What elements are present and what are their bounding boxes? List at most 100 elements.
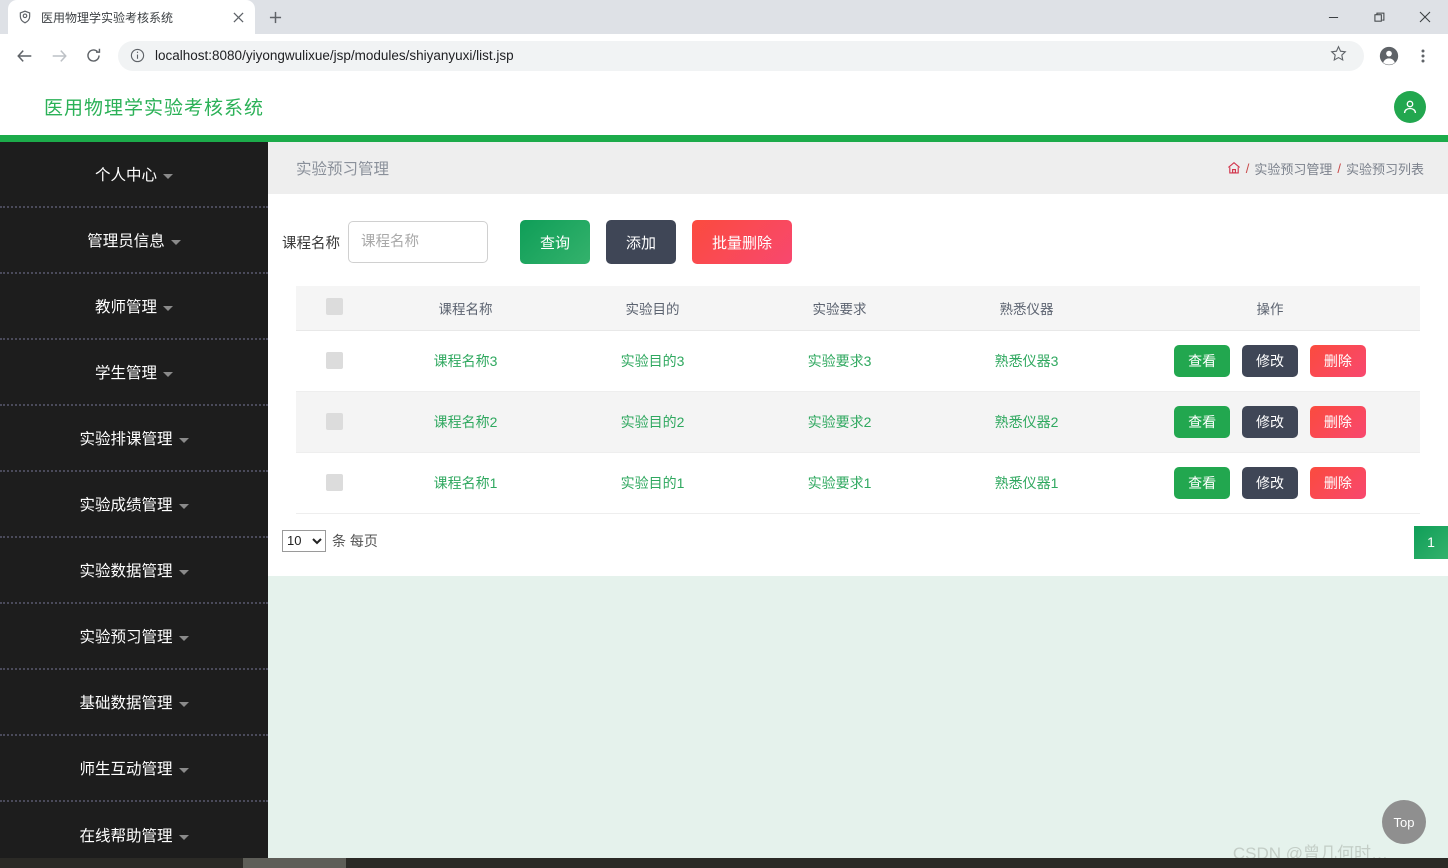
browser-toolbar: localhost:8080/yiyongwulixue/jsp/modules… — [0, 34, 1448, 78]
row-checkbox[interactable] — [325, 474, 343, 492]
select-all-checkbox[interactable] — [325, 297, 343, 315]
delete-button[interactable]: 删除 — [1309, 405, 1366, 438]
app-header: 医用物理学实验考核系统 — [0, 78, 1448, 135]
star-icon[interactable] — [1330, 44, 1352, 67]
add-button[interactable]: 添加 — [606, 220, 677, 264]
sidebar-item-label: 实验预习管理 — [79, 629, 173, 646]
breadcrumb-item-2[interactable]: 实验预习列表 — [1346, 159, 1424, 178]
app-logo: 医用物理学实验考核系统 — [44, 98, 265, 119]
breadcrumb-separator: / — [1337, 160, 1341, 176]
home-icon[interactable] — [1227, 161, 1241, 175]
sidebar-item-label: 教师管理 — [94, 299, 157, 316]
address-bar[interactable]: localhost:8080/yiyongwulixue/jsp/modules… — [118, 40, 1364, 71]
cell-requirement: 实验要求3 — [746, 330, 933, 392]
view-button[interactable]: 查看 — [1174, 405, 1231, 438]
scroll-to-top-button[interactable]: Top — [1382, 800, 1426, 844]
three-dots-menu-icon[interactable] — [1408, 41, 1438, 71]
cell-requirement: 实验要求1 — [746, 452, 933, 514]
cell-course: 课程名称3 — [372, 330, 559, 392]
sidebar-item-base-data[interactable]: 基础数据管理 — [0, 670, 268, 736]
delete-button[interactable]: 删除 — [1309, 466, 1366, 499]
browser-tab[interactable]: 医用物理学实验考核系统 — [8, 0, 255, 34]
browser-tab-title: 医用物理学实验考核系统 — [41, 10, 174, 25]
close-icon[interactable] — [1402, 0, 1448, 34]
chevron-down-icon — [178, 569, 189, 575]
column-header-instrument: 熟悉仪器 — [933, 286, 1120, 331]
table-row: 课程名称1 实验目的1 实验要求1 熟悉仪器1 查看 修改 删除 — [296, 452, 1420, 514]
maximize-icon[interactable] — [1356, 0, 1402, 34]
sidebar-item-label: 基础数据管理 — [79, 695, 173, 712]
row-checkbox[interactable] — [325, 352, 343, 370]
arrow-left-icon[interactable] — [10, 41, 40, 71]
address-bar-url: localhost:8080/yiyongwulixue/jsp/modules… — [155, 48, 514, 63]
table-body: 课程名称3 实验目的3 实验要求3 熟悉仪器3 查看 修改 删除 课程名称2 实… — [296, 330, 1420, 514]
browser-window: 医用物理学实验考核系统 localhost:8080/yiyongwulixue… — [0, 0, 1448, 868]
sidebar-item-teacher-student-interaction[interactable]: 师生互动管理 — [0, 736, 268, 802]
chevron-down-icon — [178, 701, 189, 707]
sidebar-item-experiment-preview[interactable]: 实验预习管理 — [0, 604, 268, 670]
page-number-button[interactable]: 1 — [1414, 525, 1448, 559]
breadcrumb-item-1[interactable]: 实验预习管理 — [1254, 159, 1332, 178]
sidebar-item-experiment-grades[interactable]: 实验成绩管理 — [0, 472, 268, 538]
table-header-row: 课程名称 实验目的 实验要求 熟悉仪器 操作 — [296, 286, 1420, 331]
sidebar-item-student-management[interactable]: 学生管理 — [0, 340, 268, 406]
cell-operations: 查看 修改 删除 — [1120, 330, 1420, 392]
close-icon[interactable] — [230, 9, 246, 25]
page-size-suffix: 条 每页 — [332, 532, 378, 549]
batch-delete-button[interactable]: 批量删除 — [692, 220, 793, 264]
account-circle-icon[interactable] — [1374, 41, 1404, 71]
sidebar-item-personal-center[interactable]: 个人中心 — [0, 142, 268, 208]
chevron-down-icon — [170, 239, 181, 245]
chevron-down-icon — [178, 503, 189, 509]
sidebar-item-admin-info[interactable]: 管理员信息 — [0, 208, 268, 274]
reload-icon[interactable] — [78, 41, 108, 71]
minimize-icon[interactable] — [1310, 0, 1356, 34]
sidebar-item-teacher-management[interactable]: 教师管理 — [0, 274, 268, 340]
view-button[interactable]: 查看 — [1174, 344, 1231, 377]
chevron-down-icon — [178, 767, 189, 773]
experiment-preview-table: 课程名称 实验目的 实验要求 熟悉仪器 操作 课程名称3 实验目的3 实验要求3… — [296, 286, 1420, 514]
sidebar-item-experiment-data[interactable]: 实验数据管理 — [0, 538, 268, 604]
row-select-cell — [296, 452, 372, 514]
page-size-select[interactable]: 10 20 50 100 — [282, 529, 326, 552]
table-row: 课程名称2 实验目的2 实验要求2 熟悉仪器2 查看 修改 删除 — [296, 391, 1420, 453]
page-title-bar: 实验预习管理 / 实验预习管理 / 实验预习列表 — [268, 142, 1448, 194]
new-tab-button[interactable] — [261, 3, 289, 31]
sidebar-item-label: 学生管理 — [94, 365, 157, 382]
row-checkbox[interactable] — [325, 413, 343, 431]
chevron-down-icon — [163, 173, 173, 179]
content-area: 实验预习管理 / 实验预习管理 / 实验预习列表 课程名称 课程名称 查询 添加… — [268, 142, 1448, 868]
sidebar-item-label: 实验数据管理 — [79, 563, 173, 580]
cell-purpose: 实验目的2 — [559, 391, 746, 453]
edit-button[interactable]: 修改 — [1242, 344, 1298, 377]
app-body: 个人中心 管理员信息 教师管理 学生管理 实验排课管理 实验成绩管理 实验数据管… — [0, 142, 1448, 868]
sidebar-item-label: 实验排课管理 — [79, 431, 173, 448]
shield-icon — [17, 9, 33, 25]
cell-operations: 查看 修改 删除 — [1120, 391, 1420, 453]
cell-course: 课程名称2 — [372, 391, 559, 453]
page-title: 实验预习管理 — [296, 161, 390, 178]
os-taskbar — [0, 858, 1448, 868]
query-button[interactable]: 查询 — [520, 220, 591, 264]
taskbar-active-item[interactable] — [243, 858, 346, 868]
breadcrumb: / 实验预习管理 / 实验预习列表 — [1227, 159, 1424, 178]
browser-tab-strip: 医用物理学实验考核系统 — [0, 0, 1448, 34]
chevron-down-icon — [163, 305, 173, 311]
view-button[interactable]: 查看 — [1174, 466, 1231, 499]
cell-instrument: 熟悉仪器2 — [933, 391, 1120, 453]
arrow-right-icon — [44, 41, 74, 71]
delete-button[interactable]: 删除 — [1309, 344, 1366, 377]
course-name-input[interactable] — [348, 221, 488, 263]
cell-operations: 查看 修改 删除 — [1120, 452, 1420, 514]
sidebar-item-experiment-scheduling[interactable]: 实验排课管理 — [0, 406, 268, 472]
edit-button[interactable]: 修改 — [1242, 405, 1298, 438]
edit-button[interactable]: 修改 — [1242, 466, 1298, 499]
chevron-down-icon — [178, 834, 189, 840]
user-avatar-icon[interactable] — [1394, 90, 1426, 123]
column-header-operations: 操作 — [1120, 286, 1420, 331]
sidebar: 个人中心 管理员信息 教师管理 学生管理 实验排课管理 实验成绩管理 实验数据管… — [0, 142, 268, 868]
sidebar-item-label: 师生互动管理 — [79, 761, 173, 778]
cell-instrument: 熟悉仪器1 — [933, 452, 1120, 514]
info-circle-icon — [130, 48, 146, 64]
sidebar-item-label: 管理员信息 — [87, 233, 165, 250]
